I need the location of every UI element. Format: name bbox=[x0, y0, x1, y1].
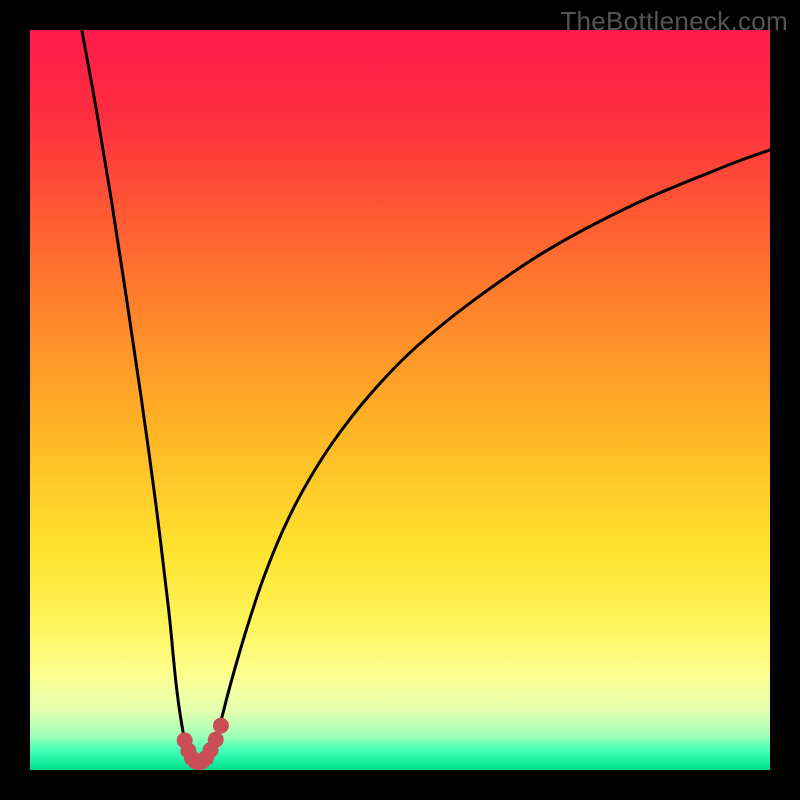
chart-frame: TheBottleneck.com bbox=[0, 0, 800, 800]
plot-area bbox=[30, 30, 770, 770]
chart-svg bbox=[30, 30, 770, 770]
valley-dot bbox=[213, 718, 229, 734]
valley-dot bbox=[208, 732, 224, 748]
